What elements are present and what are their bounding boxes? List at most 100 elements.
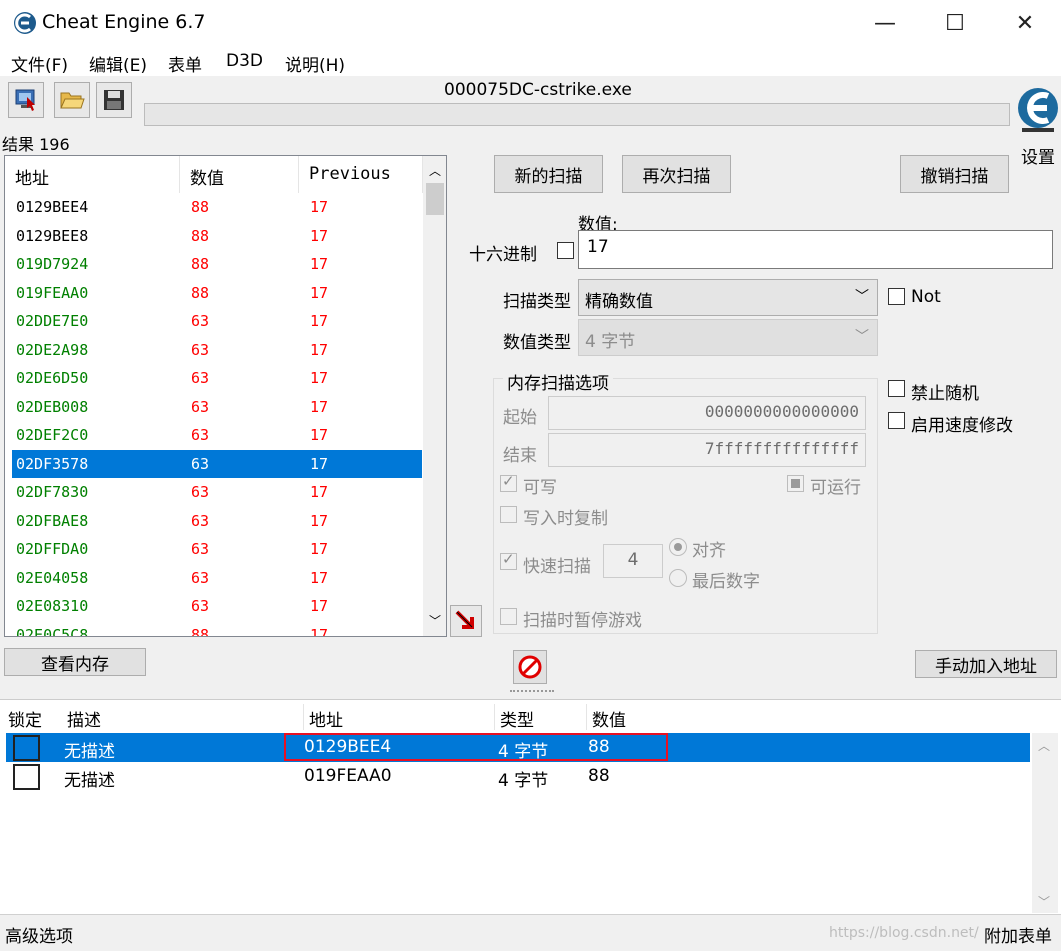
fast-scan-checkbox[interactable]: ✓	[500, 550, 517, 570]
value-type-select[interactable]: 4 字节 ﹀	[578, 319, 878, 356]
result-row[interactable]: 02DE6D50 63 17	[12, 364, 422, 392]
result-address: 02E04058	[16, 568, 89, 587]
address-list[interactable]: 锁定 描述 地址 类型 数值 无描述 0129BEE4 4 字节 88 无描述 …	[0, 699, 1061, 914]
new-scan-button[interactable]: 新的扫描	[494, 155, 603, 193]
table-extras[interactable]: 附加表单	[984, 922, 1052, 947]
result-value: 63	[191, 397, 210, 416]
writable-checkbox[interactable]: ✓	[500, 472, 517, 492]
header-description[interactable]: 描述	[67, 706, 101, 731]
header-address[interactable]: 地址	[309, 706, 343, 731]
fast-scan-value-input[interactable]: 4	[603, 544, 663, 578]
result-row[interactable]: 02DFBAE8 63 17	[12, 507, 422, 535]
floppy-disk-icon	[104, 90, 124, 110]
end-address-input[interactable]: 7fffffffffffffff	[548, 433, 866, 467]
header-value[interactable]: 数值	[592, 706, 626, 731]
process-name: 000075DC-cstrike.exe	[444, 80, 632, 100]
header-type[interactable]: 类型	[500, 706, 534, 731]
result-previous: 17	[310, 340, 329, 359]
header-previous[interactable]: Previous	[299, 156, 423, 193]
result-row[interactable]: 02E08310 63 17	[12, 592, 422, 620]
stop-button[interactable]	[513, 650, 547, 684]
menu-help[interactable]: 说明(H)	[285, 51, 345, 76]
cheat-engine-logo-icon[interactable]	[1016, 80, 1060, 140]
result-row[interactable]: 02DFFDA0 63 17	[12, 535, 422, 563]
scan-progress-bar	[144, 103, 1010, 126]
header-lock[interactable]: 锁定	[8, 706, 42, 731]
pause-game-checkbox[interactable]	[500, 608, 517, 625]
result-previous: 17	[310, 597, 329, 615]
open-file-button[interactable]	[54, 82, 90, 118]
scan-results-list[interactable]: 地址 数值 Previous 0129BEE4 88 17 0129BEE8 88 17 0…	[4, 155, 447, 637]
result-previous: 17	[310, 255, 329, 273]
close-button[interactable]: ✕	[995, 0, 1055, 46]
row-value: 88	[588, 766, 610, 786]
last-digits-radio[interactable]	[669, 569, 687, 587]
result-row[interactable]: 02DF7830 63 17	[12, 478, 422, 506]
start-address-input[interactable]: 0000000000000000	[548, 396, 866, 430]
computer-icon	[15, 89, 35, 111]
freeze-checkbox[interactable]	[13, 735, 40, 761]
result-row[interactable]: 019FEAA0 88 17	[12, 279, 422, 307]
menu-table[interactable]: 表单	[168, 51, 202, 76]
address-row[interactable]: 无描述 019FEAA0 4 字节 88	[6, 762, 1030, 791]
menu-d3d[interactable]: D3D	[226, 51, 263, 71]
menu-edit[interactable]: 编辑(E)	[89, 51, 147, 76]
result-previous: 17	[310, 568, 329, 587]
result-row[interactable]: 02E04058 63 17	[12, 564, 422, 592]
maximize-button[interactable]: ☐	[925, 0, 985, 46]
save-button[interactable]	[96, 82, 132, 118]
executable-checkbox[interactable]	[787, 475, 804, 492]
result-row[interactable]: 02DEF2C0 63 17	[12, 421, 422, 449]
next-scan-button[interactable]: 再次扫描	[622, 155, 731, 193]
result-row[interactable]: 019D7924 88 17	[12, 250, 422, 278]
speedhack-checkbox[interactable]	[888, 412, 905, 429]
copy-on-write-label: 写入时复制	[523, 509, 608, 529]
result-value: 63	[191, 340, 210, 359]
result-row[interactable]: 0129BEE4 88 17	[12, 193, 422, 221]
splitter[interactable]	[0, 686, 1061, 698]
scroll-up-icon[interactable]: ︿	[429, 162, 441, 179]
result-previous: 17	[310, 625, 329, 637]
highlight-box	[284, 733, 668, 761]
settings-label[interactable]: 设置	[1021, 143, 1055, 168]
result-previous: 17	[310, 483, 329, 501]
result-row[interactable]: 0129BEE8 88 17	[12, 222, 422, 250]
result-address: 02DEF2C0	[16, 426, 89, 444]
disable-random-checkbox[interactable]	[888, 380, 905, 397]
advanced-options[interactable]: 高级选项	[5, 922, 73, 947]
undo-scan-button[interactable]: 撤销扫描	[900, 155, 1009, 193]
view-memory-button[interactable]: 查看内存	[4, 648, 146, 676]
copy-on-write-checkbox[interactable]	[500, 506, 517, 523]
result-row[interactable]: 02DDE7E0 63 17	[12, 307, 422, 335]
align-radio[interactable]	[669, 538, 687, 556]
disable-random-label: 禁止随机	[911, 384, 979, 404]
freeze-checkbox[interactable]	[13, 764, 40, 790]
scroll-down-icon[interactable]: ﹀	[429, 612, 441, 629]
header-address[interactable]: 地址	[5, 156, 180, 193]
results-scrollbar[interactable]: ︿ ﹀	[423, 156, 446, 636]
open-process-button[interactable]	[8, 82, 44, 118]
hex-checkbox[interactable]	[557, 242, 574, 259]
add-to-list-button[interactable]	[450, 605, 482, 637]
header-value[interactable]: 数值	[180, 156, 299, 193]
minimize-button[interactable]: —	[855, 0, 915, 46]
result-previous: 17	[310, 312, 329, 330]
menu-file[interactable]: 文件(F)	[11, 51, 68, 76]
result-row[interactable]: 02DEB008 63 17	[12, 393, 422, 421]
result-value: 63	[191, 369, 210, 387]
address-list-scrollbar[interactable]: ︿ ﹀	[1032, 733, 1058, 913]
result-row[interactable]: 02DE2A98 63 17	[12, 336, 422, 364]
scroll-down-icon[interactable]: ﹀	[1038, 893, 1050, 910]
scan-type-select[interactable]: 精确数值 ﹀	[578, 279, 878, 316]
scan-value-input[interactable]: 17	[578, 230, 1053, 269]
result-row[interactable]: 02E0C5C8 88 17	[12, 621, 422, 637]
scroll-up-icon[interactable]: ︿	[1038, 737, 1050, 754]
scroll-thumb[interactable]	[426, 183, 444, 215]
executable-label: 可运行	[810, 478, 861, 498]
not-checkbox[interactable]	[888, 288, 905, 305]
result-row[interactable]: 02DF3578 63 17	[12, 449, 422, 478]
address-row[interactable]: 无描述 0129BEE4 4 字节 88	[6, 733, 1030, 762]
folder-open-icon	[60, 92, 85, 109]
menu-bar	[0, 46, 1061, 76]
add-address-manually-button[interactable]: 手动加入地址	[915, 650, 1057, 678]
